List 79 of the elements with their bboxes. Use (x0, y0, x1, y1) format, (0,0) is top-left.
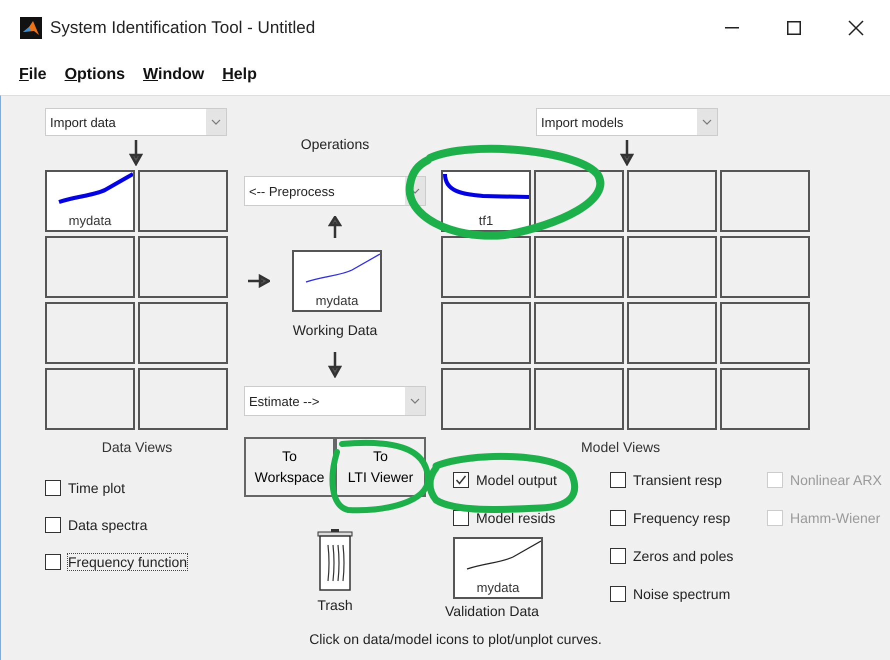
checkbox-label[interactable]: Model resids (475, 509, 556, 527)
section-title: Operations (300, 136, 370, 152)
window-title: System Identification Tool - Untitled (50, 18, 316, 38)
checkbox-label[interactable]: Zeros and poles (632, 547, 734, 565)
empty-slot[interactable] (534, 368, 624, 430)
checkbox-label[interactable]: Noise spectrum (632, 585, 732, 603)
empty-slot[interactable] (45, 368, 135, 430)
validation-data-caption: Validation Data (445, 603, 539, 619)
checkbox[interactable] (453, 472, 469, 488)
empty-slot[interactable] (627, 302, 717, 364)
estimate-dropdown[interactable]: Estimate --> (244, 386, 426, 416)
empty-slot[interactable] (138, 302, 228, 364)
peak-icon (20, 16, 42, 38)
minimize-icon (725, 26, 739, 28)
close-icon (848, 20, 864, 36)
checkbox[interactable] (453, 510, 469, 526)
empty-slot[interactable] (627, 368, 717, 430)
tile-label: mydata (476, 580, 520, 597)
right-arrow-icon (248, 274, 270, 288)
trash-label: Trash (317, 597, 353, 613)
working-data-tile[interactable]: mydata (292, 250, 382, 312)
checkbox[interactable] (610, 548, 626, 564)
checkbox-label[interactable]: Transient resp (632, 471, 723, 489)
export-button[interactable]: To Workspace (244, 437, 335, 497)
section-title: Data Views (100, 439, 174, 455)
down-arrow-icon (129, 140, 143, 166)
trash-icon[interactable] (317, 529, 353, 591)
empty-slot[interactable] (534, 236, 624, 298)
checkbox-label[interactable]: Model output (475, 471, 558, 489)
hint-text: Click on data/model icons to plot/unplot curves. (308, 631, 603, 647)
empty-slot[interactable] (720, 236, 810, 298)
empty-slot[interactable] (441, 368, 531, 430)
empty-slot[interactable] (441, 236, 531, 298)
menu-item[interactable]: Options (58, 64, 132, 86)
checkbox[interactable] (610, 510, 626, 526)
checkbox-label[interactable]: Frequency function (67, 552, 188, 570)
empty-slot[interactable] (138, 368, 228, 430)
empty-slot[interactable] (534, 302, 624, 364)
checkbox-label[interactable]: Data spectra (67, 516, 148, 534)
empty-slot[interactable] (45, 302, 135, 364)
checkbox[interactable] (45, 480, 61, 496)
empty-slot[interactable] (627, 170, 717, 232)
menu-item[interactable]: Window (136, 64, 212, 86)
check-icon (455, 474, 467, 486)
working-data-caption: Working Data (292, 322, 378, 338)
menu-item[interactable]: Help (215, 64, 264, 86)
tile-label: tf1 (478, 213, 494, 230)
empty-slot[interactable] (627, 236, 717, 298)
empty-slot[interactable] (720, 302, 810, 364)
chevron-icon (410, 398, 420, 404)
empty-slot[interactable] (45, 236, 135, 298)
up-arrow-icon (328, 216, 342, 238)
empty-slot[interactable] (138, 170, 228, 232)
checkbox[interactable] (45, 516, 61, 532)
checkbox[interactable] (45, 554, 61, 570)
maximize-icon (787, 20, 801, 34)
down-arrow-icon (620, 140, 634, 166)
menu-item[interactable]: File (12, 64, 54, 86)
chevron-icon (702, 119, 712, 125)
checkbox[interactable] (610, 472, 626, 488)
empty-slot[interactable] (441, 302, 531, 364)
import-data-dropdown[interactable]: Import data (45, 108, 227, 136)
import-models-dropdown[interactable]: Import models (536, 108, 718, 136)
checkbox-label[interactable]: Frequency resp (632, 509, 732, 527)
chevron-icon (211, 119, 221, 125)
empty-slot[interactable] (720, 368, 810, 430)
tile-label: mydata (316, 293, 358, 310)
empty-slot[interactable] (138, 236, 228, 298)
preprocess-dropdown[interactable]: <-- Preprocess (244, 176, 426, 206)
empty-slot[interactable] (720, 170, 810, 232)
validation-data-tile[interactable]: mydata (453, 537, 543, 599)
section-title: Model Views (581, 439, 662, 455)
model-tile[interactable]: tf1 (441, 170, 531, 232)
checkbox[interactable] (610, 586, 626, 602)
empty-slot[interactable] (534, 170, 624, 232)
tile-label: mydata (68, 213, 112, 230)
checkbox-label[interactable]: Time plot (67, 478, 126, 496)
data-tile[interactable]: mydata (45, 170, 135, 232)
down-arrow-icon (328, 352, 342, 378)
